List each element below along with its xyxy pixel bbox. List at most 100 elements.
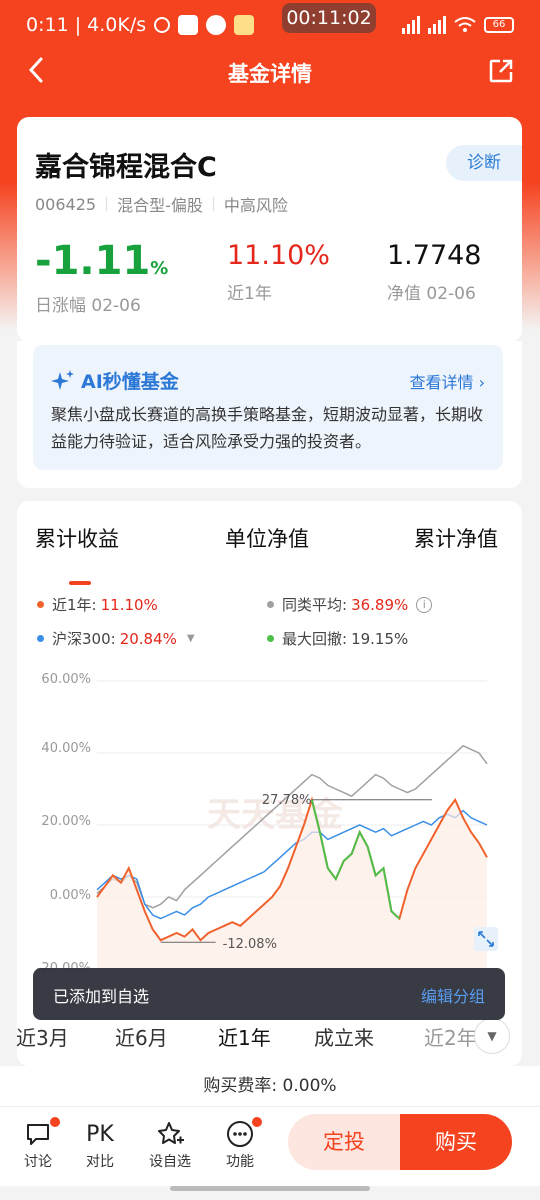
nav-label: 净值 02-06: [387, 284, 476, 304]
functions-label: 功能: [226, 1154, 254, 1170]
dropdown-caret-icon: ▼: [186, 633, 195, 644]
ai-detail-link[interactable]: 查看详情 ›: [409, 369, 485, 393]
nav-metric: 1.7748 净值 02-06: [387, 239, 481, 304]
legend-peer-value: 36.89%: [351, 595, 409, 614]
one-year-metric: 11.10% 近1年: [227, 239, 330, 304]
battery-icon: 66: [484, 17, 514, 33]
daily-change-metric: -1.11% 日涨幅 02-06: [35, 239, 168, 316]
purchase-fee: 购买费率: 0.00%: [0, 1066, 540, 1106]
ai-detail-link-text: 查看详情: [409, 373, 474, 392]
legend-dot: [37, 601, 44, 608]
period-3m[interactable]: 近3月: [16, 1022, 69, 1051]
divider: [106, 197, 108, 211]
tab-cumulative-return[interactable]: 累计收益: [35, 523, 119, 553]
legend-peer-label: 同类平均:: [282, 596, 348, 614]
signal-icon: [402, 16, 420, 34]
screen-record-clock: 00:11:02: [282, 3, 376, 33]
page-title: 基金详情: [228, 62, 312, 86]
diagnose-button[interactable]: 诊断: [446, 145, 522, 181]
daily-change-value: -1.11: [35, 238, 151, 284]
status-time-speed: 0:11 | 4.0K/s: [26, 14, 147, 36]
annotation-label: 27.78%: [262, 793, 312, 808]
toast-message: 已添加到自选: [53, 987, 150, 1006]
alipay-icon: [178, 15, 199, 35]
notification-dot: [252, 1117, 262, 1127]
fund-type: 混合型-偏股: [117, 196, 203, 215]
home-indicator: [170, 1186, 370, 1191]
chevron-right-icon: ›: [478, 373, 485, 392]
expand-icon[interactable]: [474, 927, 498, 951]
buy-button[interactable]: 购买: [400, 1114, 512, 1170]
discuss-button[interactable]: 讨论: [8, 1117, 68, 1171]
add-watchlist-label: 设自选: [149, 1154, 191, 1170]
bottom-action-bar: 讨论 PK 对比 设自选 功能 定投 购买: [0, 1106, 540, 1186]
ai-title-text: AI秒懂基金: [81, 371, 179, 393]
legend-peer: 同类平均: 36.89% i: [267, 594, 433, 615]
daily-change-unit: %: [150, 258, 169, 279]
chart-series: [96, 744, 488, 969]
period-2y[interactable]: 近2年: [424, 1022, 477, 1051]
legend-fund: 近1年: 11.10%: [37, 594, 158, 615]
fund-summary-card: 嘉合锦程混合C 诊断 006425 混合型-偏股 中高风险 -1.11% 日涨幅…: [17, 117, 522, 342]
ai-title: AI秒懂基金: [51, 367, 179, 394]
status-bar: 0:11 | 4.0K/s 00:11:02 66: [0, 0, 540, 54]
fund-name: 嘉合锦程混合C: [35, 152, 217, 183]
more-periods-icon[interactable]: ▼: [474, 1018, 510, 1054]
daily-change-label: 日涨幅 02-06: [35, 296, 141, 316]
legend-drawdown-value: 19.15%: [351, 629, 409, 648]
fund-tags: 006425 混合型-偏股 中高风险: [35, 192, 288, 216]
app-icon: [206, 15, 227, 35]
divider: [212, 197, 214, 211]
annotation-label: -12.08%: [223, 937, 277, 952]
auto-invest-button[interactable]: 定投: [288, 1114, 400, 1170]
functions-button[interactable]: 功能: [210, 1117, 270, 1171]
period-since-inception[interactable]: 成立来: [314, 1022, 374, 1051]
legend-index-label: 沪深300:: [52, 630, 116, 648]
edit-group-link[interactable]: 编辑分组: [421, 983, 485, 1007]
add-watchlist-button[interactable]: 设自选: [140, 1117, 200, 1171]
signal-icon-2: [428, 16, 446, 34]
red-app-icon: [234, 15, 255, 35]
active-tab-indicator: [69, 581, 91, 585]
tab-cumulative-nav[interactable]: 累计净值: [414, 523, 498, 553]
ai-summary-box[interactable]: AI秒懂基金 查看详情 › 聚焦小盘成长赛道的高换手策略基金，短期波动显著，长期…: [33, 345, 503, 470]
legend-dot: [267, 635, 274, 642]
tab-unit-nav[interactable]: 单位净值: [225, 523, 309, 553]
ai-summary-text: 聚焦小盘成长赛道的高换手策略基金，短期波动显著，长期收益能力待验证，适合风险承受…: [51, 405, 484, 451]
legend-drawdown: 最大回撤: 19.15%: [267, 628, 408, 649]
legend-fund-label: 近1年:: [52, 596, 97, 614]
chart-tabs: 累计收益 单位净值 累计净值: [17, 523, 522, 585]
status-right: 66: [402, 16, 514, 34]
legend-index-value: 20.84%: [119, 629, 177, 648]
legend-index[interactable]: 沪深300: 20.84% ▼: [37, 628, 195, 649]
mute-icon: [154, 17, 171, 33]
legend-dot: [267, 601, 274, 608]
star-plus-icon: [158, 1122, 184, 1144]
pk-icon: PK: [86, 1121, 114, 1147]
one-year-label: 近1年: [227, 284, 272, 304]
status-left: 0:11 | 4.0K/s: [26, 14, 255, 36]
ai-summary-card: AI秒懂基金 查看详情 › 聚焦小盘成长赛道的高换手策略基金，短期波动显著，长期…: [17, 341, 522, 488]
fund-risk: 中高风险: [223, 196, 288, 215]
legend-fund-value: 11.10%: [100, 595, 158, 614]
legend-drawdown-label: 最大回撤:: [282, 630, 348, 648]
nav-value: 1.7748: [387, 240, 482, 271]
period-1y[interactable]: 近1年: [218, 1022, 271, 1051]
discuss-label: 讨论: [24, 1154, 52, 1170]
sparkle-icon: [51, 369, 74, 390]
more-dots-icon: [227, 1121, 253, 1147]
wifi-icon: [454, 17, 476, 32]
compare-label: 对比: [86, 1154, 114, 1170]
notification-dot: [50, 1117, 60, 1127]
toast-notification: 已添加到自选 编辑分组: [33, 968, 505, 1020]
legend-dot: [37, 635, 44, 642]
chat-icon: [27, 1124, 49, 1145]
compare-button[interactable]: PK 对比: [70, 1117, 130, 1171]
share-icon[interactable]: [488, 58, 514, 84]
period-6m[interactable]: 近6月: [115, 1022, 168, 1051]
fund-code: 006425: [35, 194, 97, 214]
one-year-value: 11.10%: [227, 240, 330, 271]
performance-line-chart[interactable]: 天天基金 27.78%-12.08%: [17, 661, 522, 981]
info-icon[interactable]: i: [416, 596, 433, 613]
navigation-bar: 基金详情: [0, 54, 540, 90]
